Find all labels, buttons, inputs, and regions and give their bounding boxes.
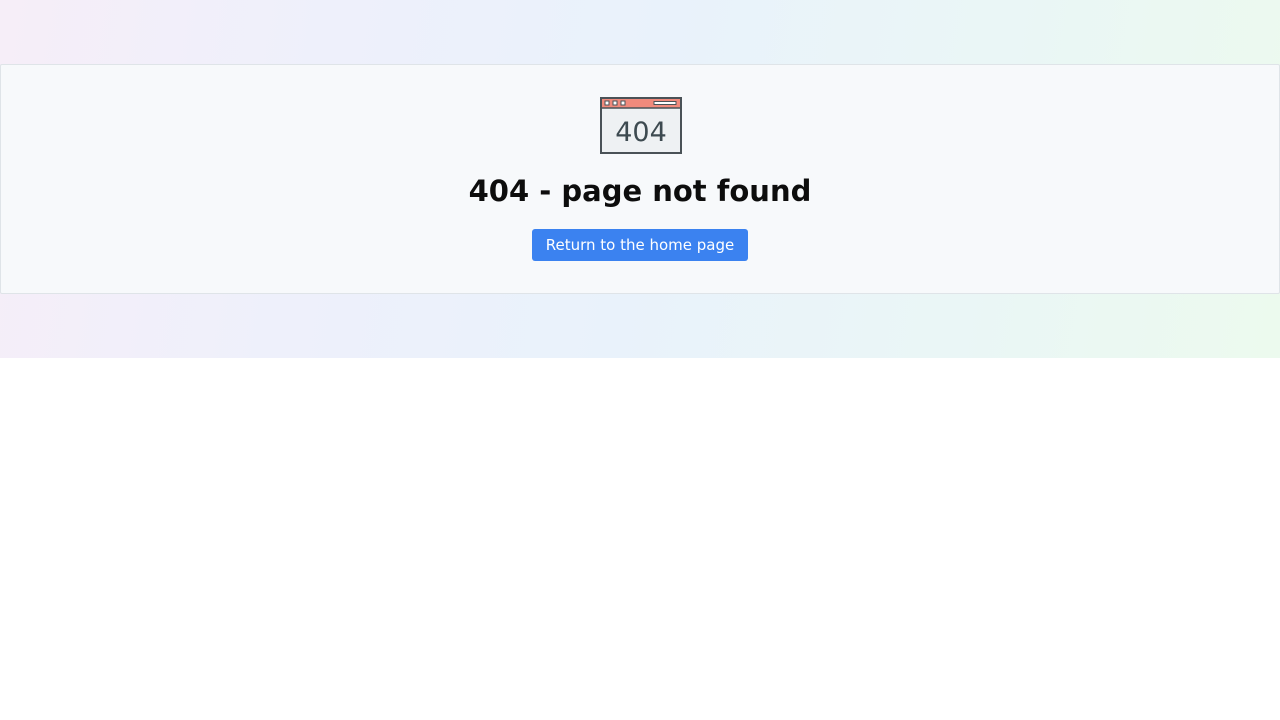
browser-404-icon: 404 (600, 97, 682, 154)
page-title: 404 - page not found (468, 174, 812, 208)
error-card: 404 404 - page not found Return to the h… (0, 64, 1280, 294)
page-background: 404 404 - page not found Return to the h… (0, 0, 1280, 358)
home-button[interactable]: Return to the home page (532, 229, 748, 261)
icon-404-text: 404 (615, 117, 667, 148)
